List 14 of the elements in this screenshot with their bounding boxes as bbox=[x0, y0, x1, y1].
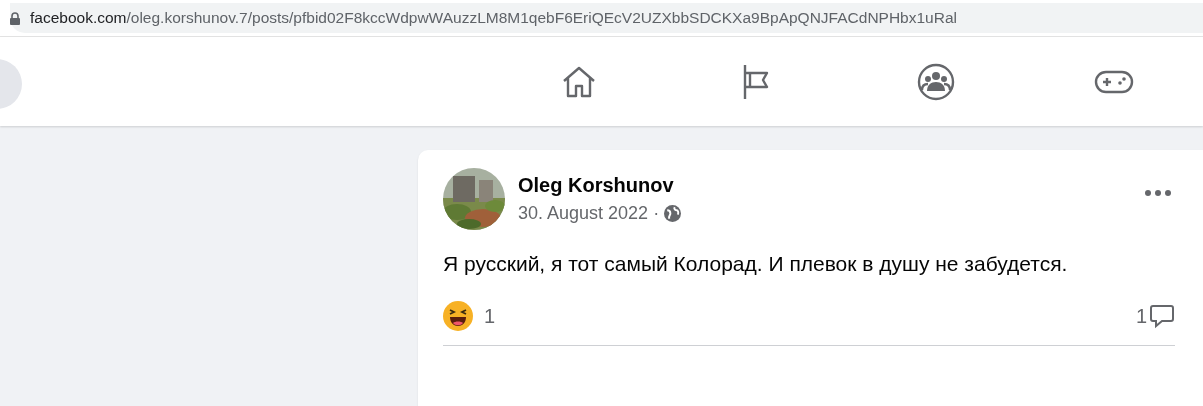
post-text: Я русский, я тот самый Колорад. И плевок в душу не забудется. bbox=[443, 251, 1069, 277]
address-bar[interactable]: facebook.com/oleg.korshunov.7/posts/pfbid02F8kccWdpwWAuzzLM8M1qebF6EriQEcV2UZXbbSDCKXa9BpApQNJFACdNPHbx1uRal bbox=[10, 3, 1203, 33]
url-host: facebook.com bbox=[30, 9, 127, 26]
url-path: /oleg.korshunov.7/posts/pfbid02F8kccWdpwWAuzzLM8M1qebF6EriQEcV2UZXbbSDCKXa9BpApQNJFACdNPHbx1uRal bbox=[126, 9, 957, 26]
separator: · bbox=[653, 203, 660, 224]
more-options-icon[interactable] bbox=[1144, 188, 1172, 198]
post-date[interactable]: 30. August 2022 bbox=[518, 203, 649, 224]
author-name[interactable]: Oleg Korshunov bbox=[518, 174, 1131, 197]
comment-icon[interactable] bbox=[1149, 303, 1175, 329]
lock-icon bbox=[10, 11, 20, 25]
laughing-emoji-icon[interactable] bbox=[443, 301, 473, 331]
comment-count[interactable]: 1 bbox=[1135, 304, 1147, 328]
globe-icon bbox=[664, 205, 682, 222]
reaction-count[interactable]: 1 bbox=[484, 304, 496, 328]
